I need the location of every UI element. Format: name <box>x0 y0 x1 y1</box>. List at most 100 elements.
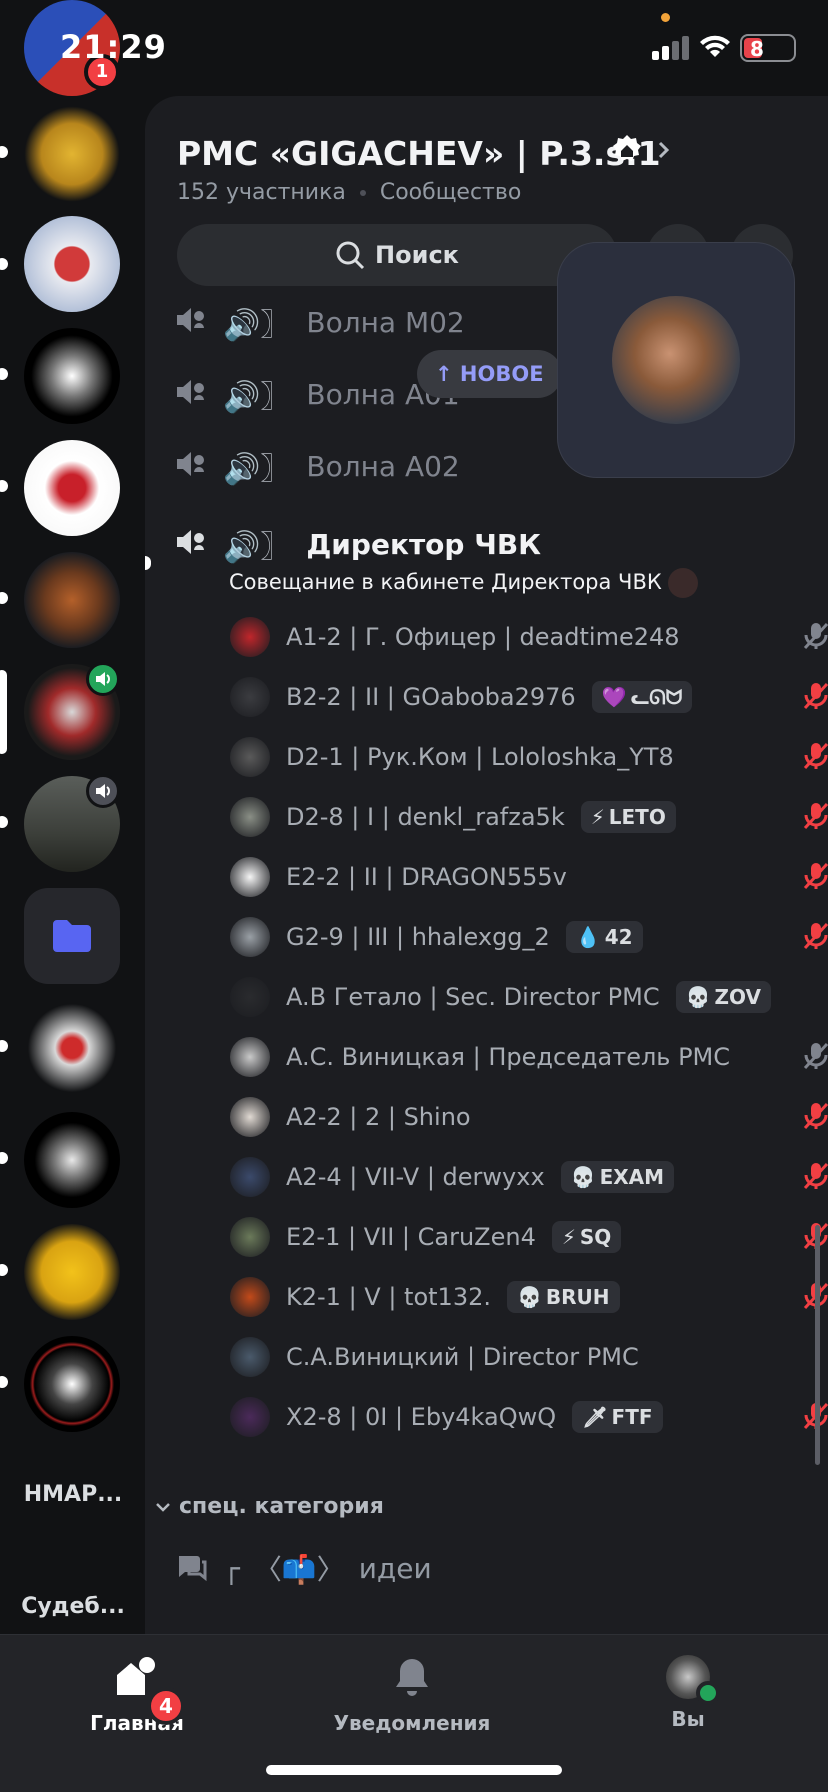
member-name: A2-2 | 2 | Shino <box>286 1103 471 1131</box>
tag-icon: ⚡ <box>590 805 605 829</box>
selected-server-indicator <box>0 670 7 754</box>
server-icon-shield[interactable] <box>24 216 120 312</box>
server-icon-sun[interactable] <box>24 440 120 536</box>
member-name: A.B Гетало | Sec. Director PMC <box>286 983 660 1011</box>
muted-mic-icon <box>802 741 828 775</box>
voice-member[interactable]: X2-8 | 0I | Eby4kaQwQ 🗡 FTF <box>230 1392 828 1442</box>
tag-text: FTF <box>611 1405 653 1429</box>
server-title-icons <box>611 134 671 166</box>
bell-icon <box>396 1659 428 1696</box>
server-icon-badge[interactable] <box>24 552 120 648</box>
unread-indicator <box>0 480 8 492</box>
category-header[interactable]: спец. категория <box>155 1494 384 1519</box>
server-icon-gold-eagle[interactable] <box>24 1224 120 1320</box>
unread-indicator <box>0 1152 8 1164</box>
voice-channel-icon <box>175 448 211 484</box>
search-icon <box>336 241 365 270</box>
voice-member[interactable]: A.C. Виницкая | Председатель PMC <box>230 1032 828 1082</box>
voice-member[interactable]: C.A.Виницкий | Director PMC <box>230 1332 828 1382</box>
member-avatar <box>230 1157 270 1197</box>
battery-icon: 8 <box>740 34 796 62</box>
member-tag: ⚡ SQ <box>551 1221 622 1253</box>
member-name: K2-1 | V | tot132. <box>286 1283 491 1311</box>
voice-member[interactable]: B2-2 | II | GOaboba2976 💜 ᓚᘏᗢ <box>230 672 828 722</box>
unread-indicator <box>0 592 8 604</box>
unread-indicator <box>0 146 8 158</box>
voice-member[interactable]: D2-8 | I | denkl_rafza5k ⚡ LETO <box>230 792 828 842</box>
member-avatar <box>230 1037 270 1077</box>
tag-icon: 💀 <box>570 1165 596 1189</box>
voice-member[interactable]: E2-2 | II | DRAGON555v <box>230 852 828 902</box>
member-avatar <box>230 1097 270 1137</box>
server-folder[interactable] <box>24 888 120 984</box>
server-icon-chaos[interactable] <box>24 1336 120 1432</box>
voice-member[interactable]: A1-2 | Г. Офицер | deadtime248 <box>230 612 828 662</box>
voice-member[interactable]: E2-1 | VII | CaruZen4 ⚡ SQ <box>230 1212 828 1262</box>
new-messages-pill[interactable]: ↑ НОВОЕ <box>417 350 562 398</box>
muted-mic-icon <box>802 861 828 895</box>
server-icon-wolf[interactable] <box>24 328 120 424</box>
tag-text: ᓚᘏᗢ <box>630 685 683 709</box>
member-avatar <box>230 977 270 1017</box>
member-name: G2-9 | III | hhalexgg_2 <box>286 923 550 951</box>
tag-icon: 💜 <box>601 685 627 709</box>
chevron-down-icon <box>156 1502 170 1512</box>
muted-mic-icon <box>802 1041 828 1075</box>
server-icon-wolf-dark[interactable] <box>24 1112 120 1208</box>
tag-text: BRUH <box>545 1285 610 1309</box>
text-channel-ideas[interactable]: ┌ 〈📫〉 идеи <box>175 1536 432 1600</box>
search-button[interactable]: Поиск <box>177 224 617 286</box>
member-avatar <box>230 1217 270 1257</box>
member-avatar <box>230 737 270 777</box>
member-name: A1-2 | Г. Офицер | deadtime248 <box>286 623 680 651</box>
member-tag: 🗡 FTF <box>572 1401 663 1433</box>
muted-mic-icon <box>802 1161 828 1195</box>
member-avatar <box>230 917 270 957</box>
nav-notifications[interactable]: Уведомления <box>312 1655 512 1735</box>
muted-mic-icon <box>802 1101 828 1135</box>
member-tag: ⚡ LETO <box>580 801 676 833</box>
unread-indicator <box>0 1040 8 1052</box>
privacy-indicator <box>661 13 670 22</box>
channel-name: Волна А02 <box>306 449 460 483</box>
voice-member[interactable]: D2-1 | Рук.Ком | Lololoshka_YT8 <box>230 732 828 782</box>
voice-member[interactable]: G2-9 | III | hhalexgg_2 💧 42 <box>230 912 828 962</box>
member-avatar <box>230 797 270 837</box>
tag-icon: 🗡 <box>582 1405 608 1429</box>
folder-icon <box>53 920 91 952</box>
server-label-sudeb[interactable]: Судеб... <box>18 1594 128 1619</box>
muted-mic-icon <box>802 801 828 835</box>
voice-channel-status: Совещание в кабинете Директора ЧВК <box>229 568 699 598</box>
voice-member[interactable]: A.B Гетало | Sec. Director PMC 💀 ZOV <box>230 972 828 1022</box>
member-tag: 💜 ᓚᘏᗢ <box>591 681 693 713</box>
server-label-nmar[interactable]: НМАР... <box>18 1482 128 1507</box>
scrollbar[interactable] <box>815 1225 820 1465</box>
member-avatar <box>230 1337 270 1377</box>
tag-text: EXAM <box>599 1165 665 1189</box>
nav-home[interactable]: 4 Главная <box>37 1655 237 1735</box>
cellular-signal-icon <box>652 36 690 60</box>
member-name: A2-4 | VII-V | derwyxx <box>286 1163 545 1191</box>
tag-text: 42 <box>604 925 633 949</box>
voice-member[interactable]: A2-4 | VII-V | derwyxx 💀 EXAM <box>230 1152 828 1202</box>
server-icon-emblem[interactable] <box>24 1000 120 1096</box>
voice-channel-icon <box>175 376 211 412</box>
clock: 21:29 <box>60 28 167 66</box>
picture-in-picture-call[interactable] <box>557 242 795 478</box>
speaker-emoji: 🔊〗 <box>223 452 291 487</box>
nav-you[interactable]: Вы <box>588 1655 788 1731</box>
voice-member[interactable]: A2-2 | 2 | Shino <box>230 1092 828 1142</box>
unread-indicator <box>0 1376 8 1388</box>
voice-channel-director[interactable]: 🔊〗 Директор ЧВК <box>145 514 828 574</box>
voice-badge <box>86 774 120 808</box>
unread-indicator <box>0 258 8 270</box>
member-name: A.C. Виницкая | Председатель PMC <box>286 1043 731 1071</box>
voice-member[interactable]: K2-1 | V | tot132. 💀 BRUH <box>230 1272 828 1322</box>
home-indicator <box>266 1765 562 1775</box>
wifi-icon <box>700 35 730 57</box>
voice-active-badge <box>86 662 120 696</box>
muted-mic-icon <box>802 921 828 955</box>
member-name: E2-2 | II | DRAGON555v <box>286 863 567 891</box>
server-icon-eagle[interactable] <box>24 106 120 202</box>
server-name[interactable]: PMC «GIGACHEV» | P.3.s.1 <box>177 134 661 173</box>
